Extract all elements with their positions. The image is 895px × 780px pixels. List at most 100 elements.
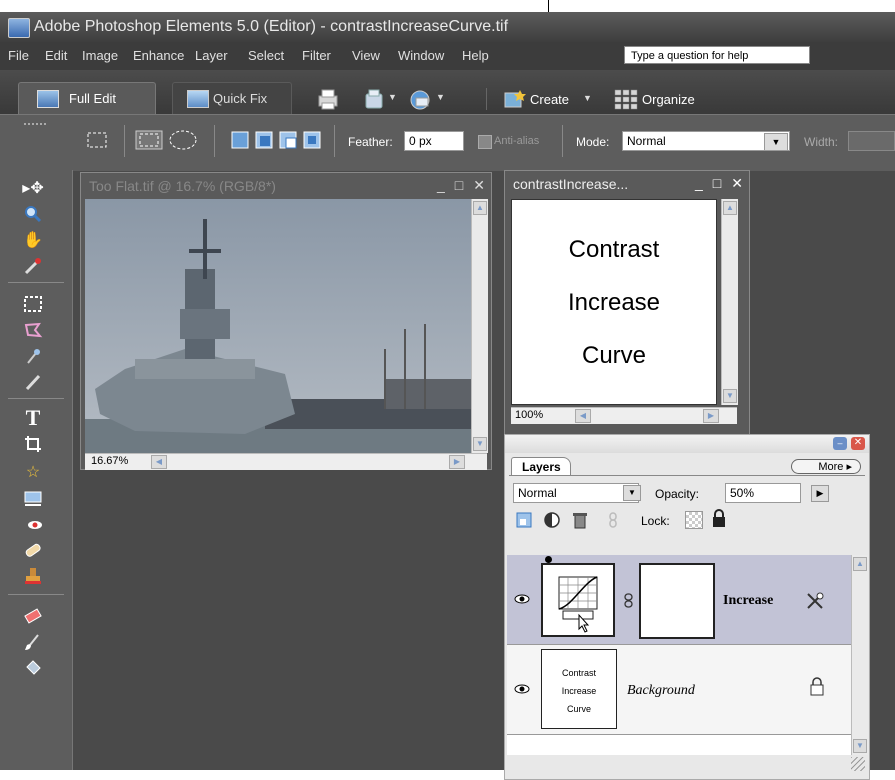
new-layer-icon[interactable] — [515, 511, 533, 529]
background-layer-thumbnail[interactable]: Contrast Increase Curve — [541, 649, 617, 729]
selection-brush-icon[interactable] — [20, 370, 46, 394]
mask-link-icon[interactable] — [623, 593, 635, 609]
resize-grip-icon[interactable] — [851, 757, 865, 771]
scroll-left-icon[interactable]: ◀ — [575, 409, 591, 423]
share-dropdown-icon[interactable]: ▼ — [388, 92, 397, 102]
create-icon[interactable] — [502, 88, 526, 110]
close-icon[interactable]: ✕ — [731, 175, 743, 191]
selection-mode-icons[interactable] — [230, 130, 322, 150]
layers-vertical-scrollbar[interactable]: ▲ ▼ — [851, 555, 868, 755]
close-icon[interactable]: ✕ — [851, 437, 865, 450]
layer-mask-thumbnail[interactable] — [639, 563, 715, 639]
crop-tool-icon[interactable] — [20, 432, 46, 456]
healing-brush-icon[interactable] — [20, 538, 46, 562]
layer-name[interactable]: Background — [627, 683, 695, 699]
link-icon[interactable] — [607, 511, 619, 529]
tab-layers[interactable]: Layers — [511, 457, 571, 475]
tab-full-edit[interactable]: Full Edit — [18, 82, 156, 114]
scroll-right-icon[interactable]: ▶ — [449, 455, 465, 469]
maximize-icon[interactable]: □ — [455, 177, 463, 193]
scroll-up-icon[interactable]: ▲ — [473, 201, 487, 215]
scroll-right-icon[interactable]: ▶ — [703, 409, 719, 423]
minimize-icon[interactable]: _ — [437, 177, 445, 193]
print-icon[interactable] — [316, 88, 340, 110]
maximize-icon[interactable]: □ — [713, 175, 721, 191]
document-window-controls: _ □ ✕ — [427, 177, 485, 194]
layer-name[interactable]: Increase — [723, 593, 773, 609]
contrast-canvas[interactable]: Contrast Increase Curve — [511, 199, 717, 405]
menu-enhance[interactable]: Enhance — [133, 48, 184, 63]
rect-marquee-icon[interactable] — [84, 129, 110, 151]
scroll-down-icon[interactable]: ▼ — [473, 437, 487, 451]
visibility-eye-icon[interactable] — [513, 593, 531, 605]
width-input[interactable] — [848, 131, 895, 151]
help-search-input[interactable]: Type a question for help — [624, 46, 810, 64]
online-services-icon[interactable] — [408, 88, 432, 110]
red-eye-tool-icon[interactable] — [20, 512, 46, 536]
zoom-readout[interactable]: 100% — [515, 409, 543, 421]
menu-filter[interactable]: Filter — [302, 48, 331, 63]
rect-marquee-option-icon[interactable] — [134, 129, 164, 151]
more-button[interactable]: More ▸ — [791, 459, 861, 474]
photo-canvas[interactable] — [85, 199, 471, 453]
contrast-vertical-scrollbar[interactable]: ▲ ▼ — [721, 199, 738, 405]
tab-quick-fix[interactable]: Quick Fix — [172, 82, 292, 114]
opacity-input[interactable]: 50% — [725, 483, 801, 503]
photo-vertical-scrollbar[interactable]: ▲ ▼ — [471, 199, 488, 453]
lock-icon[interactable] — [711, 509, 727, 529]
blend-mode-dropdown-icon[interactable]: ▼ — [623, 485, 641, 501]
mode-dropdown-icon[interactable]: ▼ — [764, 133, 788, 151]
elliptical-marquee-icon[interactable] — [168, 129, 200, 151]
eraser-tool-icon[interactable] — [20, 604, 46, 628]
menu-window[interactable]: Window — [398, 48, 444, 63]
cookie-cutter-tool-icon[interactable]: ☆ — [20, 460, 46, 484]
minimize-icon[interactable]: _ — [695, 175, 703, 191]
share-icon[interactable] — [362, 88, 386, 110]
create-label[interactable]: Create — [530, 92, 569, 107]
scroll-up-icon[interactable]: ▲ — [723, 201, 737, 215]
opacity-slider-icon[interactable]: ▶ — [811, 485, 829, 502]
menu-image[interactable]: Image — [82, 48, 118, 63]
eyedropper-tool-icon[interactable] — [20, 254, 46, 278]
lock-transparency-icon[interactable] — [685, 511, 703, 529]
menu-view[interactable]: View — [352, 48, 380, 63]
visibility-eye-icon[interactable] — [513, 683, 531, 695]
lasso-tool-icon[interactable] — [20, 318, 46, 342]
scroll-down-icon[interactable]: ▼ — [853, 739, 867, 753]
organize-label[interactable]: Organize — [642, 92, 695, 107]
close-icon[interactable]: ✕ — [473, 177, 485, 193]
layer-row-background[interactable]: Contrast Increase Curve Background — [507, 645, 853, 735]
online-services-dropdown-icon[interactable]: ▼ — [436, 92, 445, 102]
brush-tool-icon[interactable] — [20, 630, 46, 654]
move-tool-icon[interactable]: ▸✥ — [20, 176, 46, 200]
organize-grid-icon[interactable] — [614, 88, 638, 110]
menu-help[interactable]: Help — [462, 48, 489, 63]
scroll-left-icon[interactable]: ◀ — [151, 455, 167, 469]
zoom-tool-icon[interactable] — [20, 202, 46, 226]
magic-wand-tool-icon[interactable] — [20, 344, 46, 368]
scroll-down-icon[interactable]: ▼ — [723, 389, 737, 403]
layer-lock-icon — [810, 677, 824, 696]
menu-select[interactable]: Select — [248, 48, 284, 63]
hand-tool-icon[interactable]: ✋ — [20, 228, 46, 252]
adjustment-layer-thumbnail[interactable] — [541, 563, 615, 637]
antialias-checkbox[interactable] — [478, 135, 492, 149]
clone-stamp-icon[interactable] — [20, 564, 46, 588]
adjustment-layer-icon[interactable] — [543, 511, 565, 529]
marquee-tool-icon[interactable] — [20, 292, 46, 316]
scroll-up-icon[interactable]: ▲ — [853, 557, 867, 571]
straighten-tool-icon[interactable] — [20, 486, 46, 510]
menu-layer[interactable]: Layer — [195, 48, 228, 63]
create-dropdown-icon[interactable]: ▼ — [583, 93, 592, 103]
minimize-icon[interactable]: – — [833, 437, 847, 450]
paint-bucket-icon[interactable] — [20, 656, 46, 680]
options-grip[interactable] — [24, 123, 46, 128]
layer-row-increase[interactable]: Increase — [507, 555, 853, 645]
type-tool-icon[interactable]: T — [20, 405, 46, 430]
feather-input[interactable]: 0 px — [404, 131, 464, 151]
menu-file[interactable]: File — [8, 48, 29, 63]
zoom-readout[interactable]: 16.67% — [91, 455, 128, 467]
blend-mode-select[interactable]: Normal — [513, 483, 639, 503]
trash-icon[interactable] — [571, 511, 589, 529]
menu-edit[interactable]: Edit — [45, 48, 67, 63]
